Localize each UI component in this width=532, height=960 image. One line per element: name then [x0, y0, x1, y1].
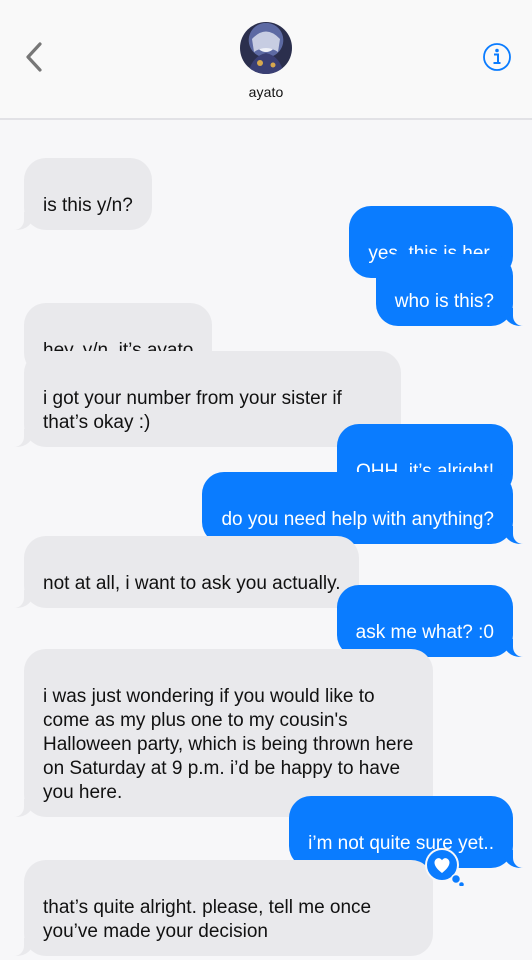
- message-text: that’s quite alright. please, tell me on…: [43, 897, 372, 942]
- message-text: i got your number from your sister if th…: [43, 388, 342, 433]
- message-thread: is this y/n? yes, this is her. who is th…: [0, 0, 532, 960]
- outgoing-message[interactable]: ask me what? :0: [336, 585, 532, 657]
- incoming-message[interactable]: i was just wondering if you would like t…: [4, 649, 433, 817]
- outgoing-message[interactable]: who is this?: [375, 254, 532, 326]
- message-text: i’m not quite sure yet..: [308, 833, 494, 854]
- incoming-message[interactable]: that’s quite alright. please, tell me on…: [4, 860, 433, 956]
- message-text: not at all, i want to ask you actually.: [43, 573, 341, 594]
- incoming-message[interactable]: is this y/n?: [4, 158, 152, 230]
- outgoing-message[interactable]: i’m not quite sure yet..: [289, 796, 532, 868]
- message-text: do you need help with anything?: [221, 509, 494, 530]
- message-text: ask me what? :0: [355, 622, 494, 643]
- message-text: who is this?: [394, 291, 494, 312]
- heart-tapback-icon[interactable]: [425, 846, 465, 886]
- outgoing-message[interactable]: do you need help with anything?: [202, 472, 532, 544]
- message-text: i was just wondering if you would like t…: [43, 686, 414, 803]
- message-text: is this y/n?: [43, 195, 133, 216]
- incoming-message[interactable]: not at all, i want to ask you actually.: [3, 536, 360, 608]
